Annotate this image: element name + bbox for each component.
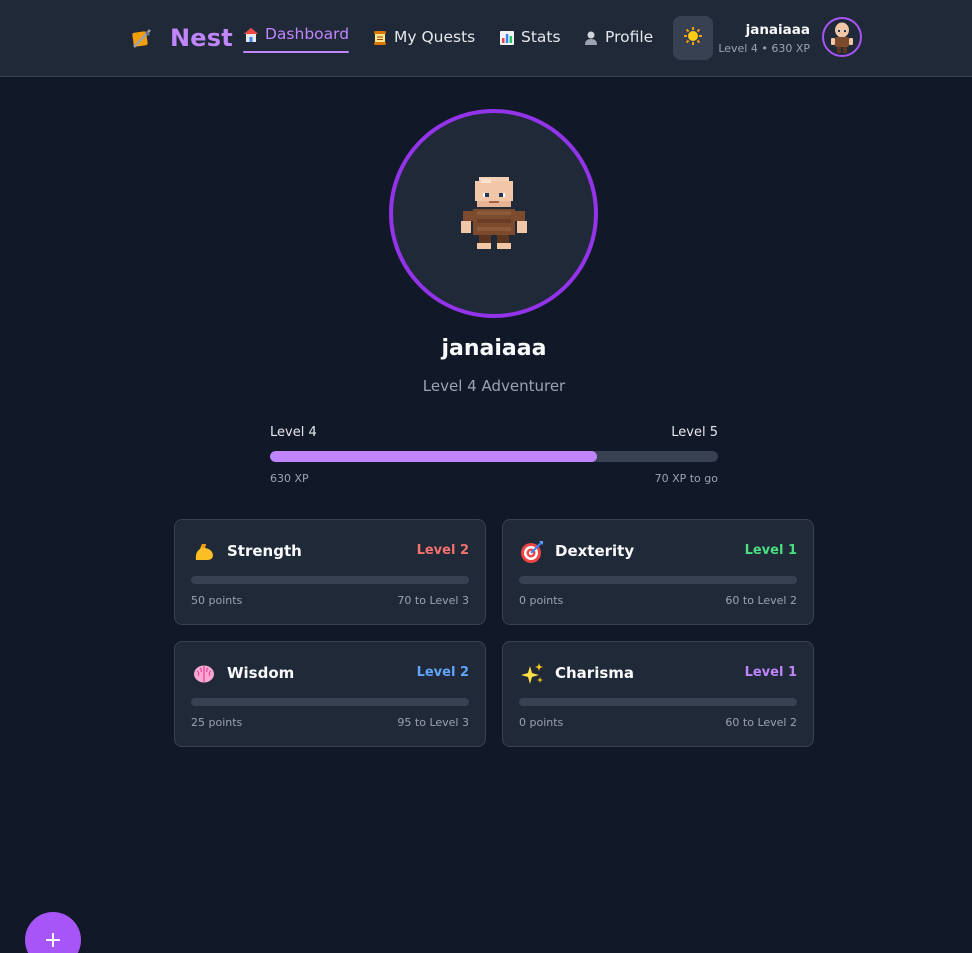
stat-progress-bar: [191, 698, 469, 706]
stat-points: 0 points: [519, 594, 564, 607]
xp-current-level: Level 4: [270, 425, 317, 440]
xp-remaining: 70 XP to go: [654, 472, 718, 485]
stat-next-level: 60 to Level 2: [725, 716, 797, 729]
xp-next-level: Level 5: [671, 425, 718, 440]
avatar[interactable]: [822, 17, 862, 57]
stat-progress-bar: [519, 576, 797, 584]
character-sprite-icon: [461, 177, 527, 249]
user-icon: [583, 30, 599, 46]
stat-progress-bar: [191, 576, 469, 584]
stat-points: 25 points: [191, 716, 243, 729]
stat-card-charisma[interactable]: Charisma Level 1 0 points 60 to Level 2: [502, 641, 814, 747]
nav-profile-label: Profile: [605, 28, 654, 46]
xp-current: 630 XP: [270, 472, 309, 485]
stat-level: Level 2: [416, 665, 469, 680]
header-user-level: Level 4 • 630 XP: [718, 42, 810, 55]
stat-level: Level 1: [744, 665, 797, 680]
flexed-bicep-icon: [192, 540, 216, 564]
nav-stats-label: Stats: [521, 28, 561, 46]
stat-name: Strength: [227, 542, 302, 560]
stat-name: Dexterity: [555, 542, 635, 560]
stat-progress-bar: [519, 698, 797, 706]
nav-my-quests-label: My Quests: [394, 28, 476, 46]
theme-toggle-button[interactable]: [673, 16, 713, 60]
top-navbar: Nest Dashboard My Quests Stats Profile j…: [0, 0, 972, 77]
character-avatar: [389, 109, 598, 318]
stat-level: Level 1: [744, 543, 797, 558]
stat-card-dexterity[interactable]: Dexterity Level 1 0 points 60 to Level 2: [502, 519, 814, 625]
stat-next-level: 60 to Level 2: [725, 594, 797, 607]
xp-progress-bar: [270, 451, 718, 462]
house-icon: [243, 27, 259, 43]
stat-level: Level 2: [416, 543, 469, 558]
stat-name: Wisdom: [227, 664, 295, 682]
stat-next-level: 70 to Level 3: [397, 594, 469, 607]
stat-name: Charisma: [555, 664, 635, 682]
character-title: Level 4 Adventurer: [422, 377, 566, 395]
stat-points: 50 points: [191, 594, 243, 607]
xp-progress-fill: [270, 451, 598, 462]
nav-my-quests[interactable]: My Quests: [372, 28, 475, 56]
nav-dashboard[interactable]: Dashboard: [243, 25, 350, 53]
stat-points: 0 points: [519, 716, 564, 729]
brain-icon: [192, 662, 216, 686]
bar-chart-icon: [499, 30, 515, 46]
character-name: janaiaaa: [441, 336, 547, 361]
scroll-icon: [372, 30, 388, 46]
add-quest-button[interactable]: +: [25, 912, 81, 953]
sun-icon: [683, 26, 703, 50]
sparkles-icon: [520, 662, 544, 686]
stat-card-strength[interactable]: Strength Level 2 50 points 70 to Level 3: [174, 519, 486, 625]
sword-quill-icon: [130, 26, 154, 50]
stat-card-wisdom[interactable]: Wisdom Level 2 25 points 95 to Level 3: [174, 641, 486, 747]
app-logo-text[interactable]: Nest: [170, 24, 233, 52]
nav-dashboard-label: Dashboard: [265, 25, 350, 43]
header-username: janaiaaa: [745, 22, 810, 38]
nav-stats[interactable]: Stats: [499, 28, 561, 56]
nav-profile[interactable]: Profile: [583, 28, 653, 56]
target-icon: [520, 540, 544, 564]
stat-next-level: 95 to Level 3: [397, 716, 469, 729]
